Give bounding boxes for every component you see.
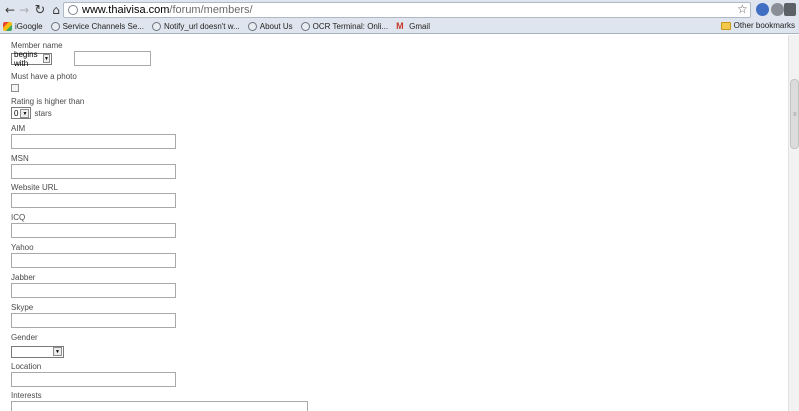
aim-input[interactable] — [11, 134, 176, 149]
wrench-menu-icon[interactable] — [784, 3, 796, 16]
gmail-icon: M — [396, 21, 404, 31]
yahoo-input[interactable] — [11, 253, 176, 268]
dropdown-arrow-icon: ▼ — [53, 347, 62, 357]
icq-label: ICQ — [11, 213, 26, 222]
website-input[interactable] — [11, 193, 176, 208]
rating-suffix: stars — [34, 108, 52, 118]
forward-arrow-icon[interactable]: → — [17, 2, 31, 18]
bookmark-igoogle[interactable]: iGoogle — [3, 22, 43, 31]
photo-label: Must have a photo — [11, 72, 77, 81]
msn-label: MSN — [11, 154, 29, 163]
bookmark-label: iGoogle — [15, 22, 43, 31]
back-arrow-icon[interactable]: ← — [3, 2, 17, 18]
url-host: www.thaivisa.com — [82, 4, 170, 16]
page-globe-icon — [68, 5, 78, 15]
jabber-input[interactable] — [11, 283, 176, 298]
google-icon — [3, 22, 12, 31]
url-path: /forum/members/ — [169, 4, 253, 16]
icq-input[interactable] — [11, 223, 176, 238]
rating-select[interactable]: 0 ▼ — [11, 107, 32, 119]
msn-input[interactable] — [11, 164, 176, 179]
interests-textarea[interactable] — [11, 401, 308, 411]
jabber-field: Jabber — [11, 273, 176, 298]
location-input[interactable] — [11, 372, 176, 387]
gender-select[interactable]: ▼ — [11, 345, 64, 358]
bookmark-gmail[interactable]: M Gmail — [396, 21, 430, 32]
interests-field: Interests — [11, 391, 308, 411]
bookmarks-bar: iGoogle Service Channels Se... Notify_ur… — [0, 20, 799, 34]
website-field: Website URL — [11, 183, 176, 208]
bookmark-star-icon[interactable]: ☆ — [737, 2, 748, 16]
icq-field: ICQ — [11, 213, 176, 238]
yahoo-label: Yahoo — [11, 243, 34, 252]
bookmark-label: Service Channels Se... — [62, 22, 144, 31]
extension-gear-icon[interactable] — [771, 3, 784, 16]
interests-label: Interests — [11, 391, 42, 400]
msn-field: MSN — [11, 154, 176, 179]
skype-input[interactable] — [11, 313, 176, 328]
other-bookmarks-label: Other bookmarks — [733, 21, 795, 30]
grip-icon: ≡ — [793, 112, 797, 118]
must-have-photo-checkbox[interactable] — [11, 84, 19, 92]
bookmark-about-us[interactable]: About Us — [247, 22, 293, 31]
location-field: Location — [11, 362, 176, 387]
bookmark-label: OCR Terminal: Onli... — [312, 22, 389, 31]
gender-label: Gender — [11, 333, 38, 342]
globe-icon — [50, 22, 60, 31]
bookmark-notify-url[interactable]: Notify_url doesn't w... — [151, 22, 240, 31]
extension-user-icon[interactable] — [756, 3, 769, 16]
rating-value: 0 — [14, 108, 19, 118]
globe-icon — [300, 22, 310, 31]
browser-toolbar: ← → ↻ ⌂ www.thaivisa.com/forum/members/ … — [0, 0, 799, 20]
yahoo-field: Yahoo — [11, 243, 176, 268]
page-content: Member name begins with ▼ Must have a pho… — [0, 35, 788, 411]
bookmark-label: About Us — [259, 22, 293, 31]
reload-icon[interactable]: ↻ — [33, 2, 47, 18]
website-label: Website URL — [11, 183, 58, 192]
skype-field: Skype — [11, 303, 176, 328]
bookmark-label: Notify_url doesn't w... — [163, 22, 240, 31]
gender-field: Gender ▼ — [11, 333, 64, 361]
dropdown-arrow-icon: ▼ — [43, 54, 50, 63]
jabber-label: Jabber — [11, 273, 36, 282]
globe-icon — [151, 22, 161, 31]
name-match-value: begins with — [14, 49, 38, 68]
location-label: Location — [11, 362, 42, 371]
aim-field: AIM — [11, 124, 176, 149]
rating-field: Rating is higher than 0 ▼ stars — [11, 97, 84, 119]
home-icon[interactable]: ⌂ — [49, 2, 63, 18]
bookmark-service-channels[interactable]: Service Channels Se... — [50, 22, 144, 31]
photo-field: Must have a photo — [11, 72, 77, 92]
aim-label: AIM — [11, 124, 26, 133]
member-name-field: Member name begins with ▼ — [11, 41, 151, 68]
member-name-input[interactable] — [74, 51, 151, 66]
bookmark-ocr-terminal[interactable]: OCR Terminal: Onli... — [300, 22, 389, 31]
other-bookmarks[interactable]: Other bookmarks — [720, 21, 795, 30]
scrollbar-thumb[interactable]: ≡ — [790, 79, 799, 149]
vertical-scrollbar[interactable]: ≡ — [788, 35, 799, 411]
skype-label: Skype — [11, 303, 34, 312]
bookmark-label: Gmail — [409, 22, 430, 31]
folder-icon — [720, 21, 731, 30]
globe-icon — [247, 22, 257, 31]
rating-label: Rating is higher than — [11, 97, 85, 106]
dropdown-arrow-icon: ▼ — [20, 108, 30, 118]
name-match-select[interactable]: begins with ▼ — [11, 49, 52, 68]
address-bar[interactable]: www.thaivisa.com/forum/members/ — [63, 2, 751, 18]
